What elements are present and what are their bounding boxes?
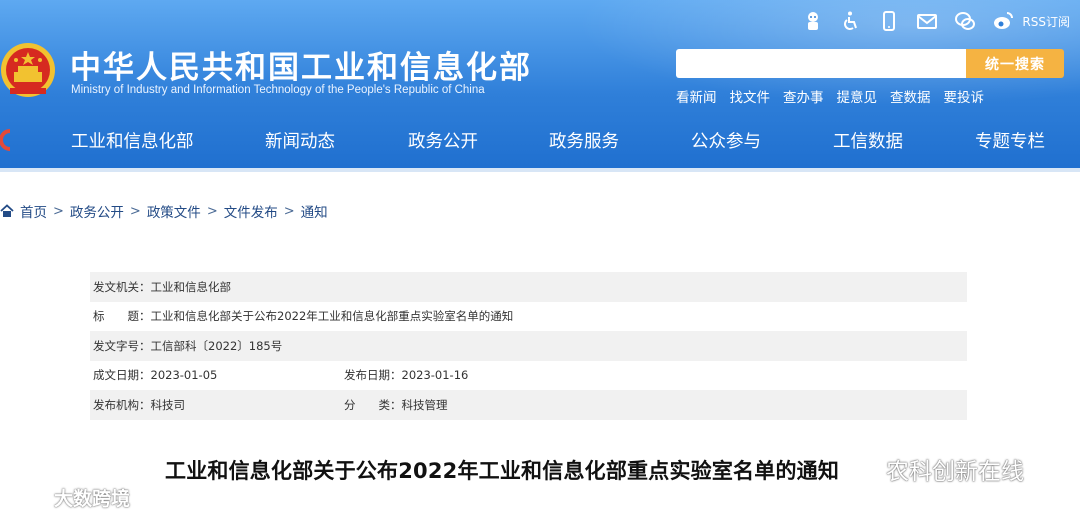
- weibo-icon[interactable]: [992, 10, 1014, 32]
- home-icon: [0, 204, 14, 217]
- written-date-value: 2023-01-05: [150, 368, 218, 383]
- national-emblem-icon[interactable]: [0, 38, 58, 102]
- document-info-table: 发文机关： 工业和信息化部 标 题： 工业和信息化部关于公布2022年工业和信息…: [90, 272, 967, 420]
- site-header: 中华人民共和国工业和信息化部 Ministry of Industry and …: [0, 0, 1080, 172]
- nav-item-services[interactable]: 政务服务: [549, 128, 619, 153]
- accessibility-icon[interactable]: [840, 10, 862, 32]
- breadcrumb-government-affairs[interactable]: 政务公开: [70, 201, 124, 221]
- quick-link-feedback[interactable]: 提意见: [837, 86, 878, 106]
- watermark-left: 大数跨境: [10, 484, 130, 511]
- quick-links: 看新闻 找文件 查办事 提意见 查数据 要投诉: [676, 86, 984, 106]
- doc-number-value: 工信部科〔2022〕185号: [150, 338, 283, 353]
- breadcrumb-policy-documents[interactable]: 政策文件: [147, 201, 201, 221]
- nav-item-data[interactable]: 工信数据: [833, 128, 903, 153]
- mail-icon[interactable]: [916, 10, 938, 32]
- info-row-dates: 成文日期： 2023-01-05 发布日期： 2023-01-16: [90, 361, 967, 391]
- title-label: 标 题：: [93, 309, 151, 324]
- category-cell: 分 类： 科技管理: [341, 397, 448, 413]
- quick-link-news[interactable]: 看新闻: [676, 86, 717, 106]
- watermark-right-text: 农科创新在线: [886, 459, 1024, 485]
- watermark-left-text: 大数跨境: [54, 488, 131, 510]
- site-subtitle: Ministry of Industry and Information Tec…: [71, 84, 485, 96]
- title-value: 工业和信息化部关于公布2022年工业和信息化部重点实验室名单的通知: [150, 309, 514, 324]
- category-label: 分 类：: [344, 397, 402, 412]
- nav-item-government-affairs[interactable]: 政务公开: [408, 128, 478, 153]
- wechat-watermark-icon: [839, 455, 880, 483]
- breadcrumb-separator: >: [129, 203, 141, 219]
- nav-scroll-left-icon[interactable]: [0, 127, 14, 153]
- category-value: 科技管理: [401, 397, 448, 412]
- nav-item-special-topics[interactable]: 专题专栏: [975, 128, 1045, 153]
- doc-number-label: 发文字号：: [93, 338, 151, 353]
- top-icon-bar: RSS订阅: [802, 8, 1070, 34]
- breadcrumb: 首页 > 政务公开 > 政策文件 > 文件发布 > 通知: [0, 201, 328, 221]
- wechat-icon[interactable]: [954, 10, 976, 32]
- nav-divider: [0, 168, 1080, 172]
- info-row-title: 标 题： 工业和信息化部关于公布2022年工业和信息化部重点实验室名单的通知: [90, 302, 967, 332]
- org-label: 发布机构：: [93, 397, 151, 412]
- weibo-watermark-icon: [11, 490, 48, 508]
- nav-item-news[interactable]: 新闻动态: [265, 128, 335, 153]
- mobile-icon[interactable]: [878, 10, 900, 32]
- breadcrumb-notice[interactable]: 通知: [301, 201, 328, 221]
- quick-link-documents[interactable]: 找文件: [730, 86, 771, 106]
- info-row-org: 发布机构： 科技司 分 类： 科技管理: [90, 390, 967, 420]
- written-date-label: 成文日期：: [93, 368, 151, 383]
- issuer-label: 发文机关：: [93, 279, 151, 294]
- published-date-label: 发布日期：: [344, 368, 402, 383]
- search-button[interactable]: 统一搜索: [966, 49, 1064, 78]
- org-value: 科技司: [150, 397, 186, 412]
- breadcrumb-separator: >: [53, 203, 64, 219]
- quick-link-complaint[interactable]: 要投诉: [944, 86, 985, 106]
- nav-item-public-participation[interactable]: 公众参与: [691, 128, 761, 153]
- published-date-value: 2023-01-16: [401, 368, 469, 383]
- breadcrumb-separator: >: [206, 203, 218, 219]
- quick-link-data[interactable]: 查数据: [890, 86, 931, 106]
- article-headline: 工业和信息化部关于公布2022年工业和信息化部重点实验室名单的通知: [165, 459, 840, 483]
- main-nav: 工业和信息化部 新闻动态 政务公开 政务服务 公众参与 工信数据 专题专栏: [0, 112, 1080, 168]
- published-date-cell: 发布日期： 2023-01-16: [341, 367, 468, 383]
- issuer-value: 工业和信息化部: [150, 279, 232, 294]
- info-row-issuer: 发文机关： 工业和信息化部: [90, 272, 967, 302]
- rss-link[interactable]: RSS订阅: [1022, 13, 1070, 30]
- breadcrumb-document-release[interactable]: 文件发布: [224, 201, 278, 221]
- watermark-right: 农科创新在线: [838, 452, 1024, 486]
- search-input[interactable]: [676, 49, 966, 78]
- robot-icon[interactable]: [802, 10, 824, 32]
- breadcrumb-separator: >: [283, 203, 295, 219]
- breadcrumb-home[interactable]: 首页: [20, 201, 47, 221]
- site-title[interactable]: 中华人民共和国工业和信息化部: [70, 42, 532, 87]
- info-row-doc-number: 发文字号： 工信部科〔2022〕185号: [90, 331, 967, 361]
- nav-item-ministry[interactable]: 工业和信息化部: [71, 128, 194, 153]
- quick-link-services[interactable]: 查办事: [783, 86, 824, 106]
